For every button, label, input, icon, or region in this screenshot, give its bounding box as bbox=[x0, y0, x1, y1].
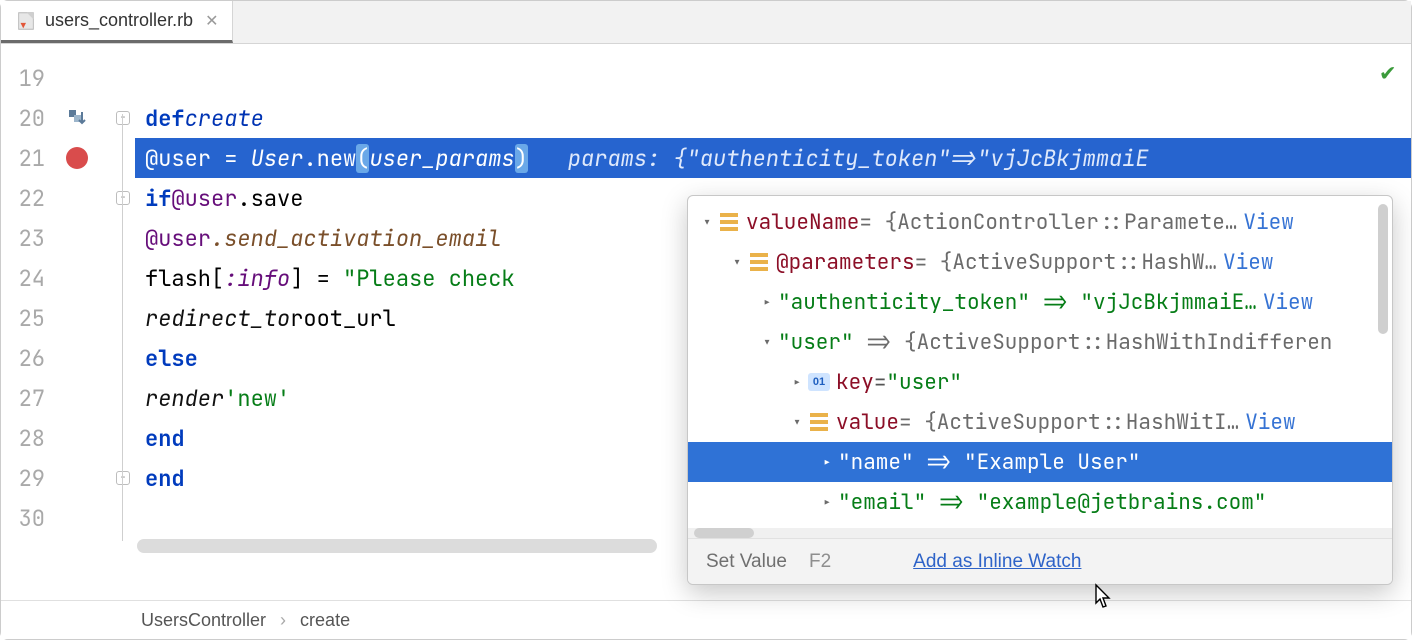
code-line bbox=[135, 58, 1411, 98]
chevron-down-icon[interactable]: ▾ bbox=[726, 252, 748, 273]
view-link[interactable]: View bbox=[1217, 249, 1273, 276]
line-number: 22 bbox=[1, 184, 53, 213]
popup-footer: Set Value F2 Add as Inline Watch bbox=[688, 538, 1392, 584]
fold-toggle-icon[interactable]: − bbox=[116, 191, 130, 205]
breadcrumb-item[interactable]: UsersController bbox=[141, 610, 266, 631]
debug-tree-row[interactable]: ▸ "authenticity_token" => "vjJcBkjmmaiE…… bbox=[688, 282, 1392, 322]
inline-debug-hint[interactable]: params: {"authenticity_token"=>"vjJcBkjm… bbox=[528, 144, 1149, 173]
fold-rail: − − − bbox=[111, 44, 135, 601]
chevron-right-icon[interactable]: ▸ bbox=[816, 452, 838, 473]
chevron-right-icon[interactable]: ▸ bbox=[756, 292, 778, 313]
line-number: 23 bbox=[1, 224, 53, 253]
horizontal-scrollbar[interactable] bbox=[688, 528, 1392, 538]
chevron-down-icon[interactable]: ▾ bbox=[756, 332, 778, 353]
primitive-icon: 01 bbox=[808, 371, 830, 393]
line-number: 26 bbox=[1, 344, 53, 373]
chevron-right-icon: › bbox=[280, 610, 286, 631]
breakpoint-icon[interactable] bbox=[66, 147, 88, 169]
object-icon bbox=[718, 211, 740, 233]
add-inline-watch-link[interactable]: Add as Inline Watch bbox=[913, 551, 1081, 573]
debug-tree[interactable]: ▾ valueName = {ActionController::Paramet… bbox=[688, 196, 1392, 528]
line-number: 25 bbox=[1, 304, 53, 333]
ruby-file-icon bbox=[15, 10, 37, 32]
debug-tree-row[interactable]: ▾ @parameters = {ActiveSupport::HashW… V… bbox=[688, 242, 1392, 282]
line-number: 24 bbox=[1, 264, 53, 293]
tab-bar[interactable]: users_controller.rb ✕ bbox=[1, 1, 1411, 44]
set-value-action[interactable]: Set Value bbox=[706, 551, 787, 573]
debug-tree-row[interactable]: ▸ 01 key = "user" bbox=[688, 362, 1392, 402]
line-number: 21 bbox=[1, 144, 53, 173]
override-gutter-icon[interactable] bbox=[53, 108, 101, 128]
tab-filename: users_controller.rb bbox=[45, 10, 193, 31]
vertical-scrollbar[interactable] bbox=[1378, 204, 1388, 334]
view-link[interactable]: View bbox=[1239, 409, 1295, 436]
object-icon bbox=[808, 411, 830, 433]
view-link[interactable]: View bbox=[1237, 209, 1293, 236]
line-number: 19 bbox=[1, 64, 53, 93]
debug-tree-row-selected[interactable]: ▸ "name" => "Example User" bbox=[688, 442, 1392, 482]
debug-tree-row[interactable]: ▾ value = {ActiveSupport::HashWitI… View bbox=[688, 402, 1392, 442]
breadcrumb-item[interactable]: create bbox=[300, 610, 350, 631]
code-line: def create bbox=[135, 98, 1411, 138]
line-number: 29 bbox=[1, 464, 53, 493]
debug-variables-popup[interactable]: ▾ valueName = {ActionController::Paramet… bbox=[687, 195, 1393, 585]
editor-tab[interactable]: users_controller.rb ✕ bbox=[1, 1, 233, 43]
debug-tree-row[interactable]: ▾ valueName = {ActionController::Paramet… bbox=[688, 202, 1392, 242]
view-link[interactable]: View bbox=[1257, 289, 1313, 316]
breadcrumb[interactable]: UsersController › create bbox=[1, 600, 1411, 639]
close-icon[interactable]: ✕ bbox=[201, 11, 218, 31]
shortcut-hint: F2 bbox=[809, 551, 831, 573]
code-line-exec: @user = User.new(user_params)params: {"a… bbox=[135, 138, 1411, 178]
debug-tree-row[interactable]: ▾ "user" => {ActiveSupport::HashWithIndi… bbox=[688, 322, 1392, 362]
horizontal-scrollbar[interactable] bbox=[137, 539, 657, 553]
line-number: 27 bbox=[1, 384, 53, 413]
chevron-down-icon[interactable]: ▾ bbox=[696, 212, 718, 233]
chevron-right-icon[interactable]: ▸ bbox=[816, 492, 838, 513]
gutter[interactable]: 19 20 21 22 23 24 25 26 27 28 29 30 bbox=[1, 44, 111, 601]
object-icon bbox=[748, 251, 770, 273]
line-number: 30 bbox=[1, 504, 53, 533]
chevron-right-icon[interactable]: ▸ bbox=[786, 372, 808, 393]
fold-toggle-icon[interactable]: − bbox=[116, 471, 130, 485]
fold-toggle-icon[interactable]: − bbox=[116, 111, 130, 125]
chevron-down-icon[interactable]: ▾ bbox=[786, 412, 808, 433]
debug-tree-row[interactable]: ▸ "email" => "example@jetbrains.com" bbox=[688, 482, 1392, 522]
line-number: 28 bbox=[1, 424, 53, 453]
line-number: 20 bbox=[1, 104, 53, 133]
